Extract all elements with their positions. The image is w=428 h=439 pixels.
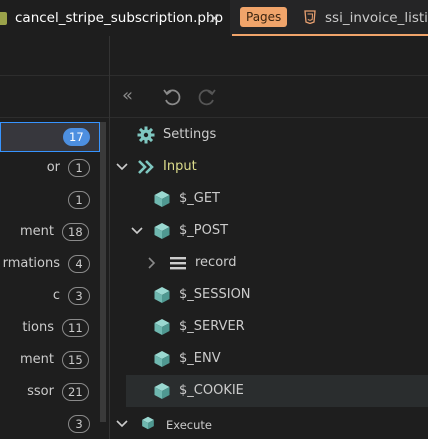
tree-label: Settings <box>163 127 217 142</box>
left-list-item[interactable]: c 3 <box>0 282 100 312</box>
left-list-item[interactable]: 1 <box>0 186 100 216</box>
tree-label: Input <box>163 159 197 174</box>
cube-icon <box>142 416 154 430</box>
close-icon[interactable]: × <box>208 8 221 28</box>
cube-icon <box>154 383 170 399</box>
tab-label: cancel_stripe_subscription.php <box>15 10 224 26</box>
tree-item-cookie[interactable]: $_COOKIE <box>126 375 428 407</box>
left-list-label: ment <box>20 352 54 367</box>
left-list-item[interactable]: 3 <box>0 410 100 439</box>
left-list-label: ment <box>20 224 54 239</box>
left-list-item[interactable]: 17 <box>0 122 100 152</box>
left-list-label: or <box>46 160 60 175</box>
left-list-item[interactable]: or 1 <box>0 154 100 184</box>
chevron-down-icon[interactable] <box>130 224 144 238</box>
tab-cancel-stripe-subscription[interactable]: cancel_stripe_subscription.php × <box>0 0 230 36</box>
pages-badge[interactable]: Pages <box>240 7 288 27</box>
count-badge: 17 <box>63 128 90 146</box>
collapse-icon[interactable]: « <box>122 86 133 106</box>
count-badge: 15 <box>62 351 89 369</box>
chevron-down-icon[interactable] <box>115 160 129 174</box>
tree-label: $_COOKIE <box>179 383 244 398</box>
html5-icon <box>304 10 316 24</box>
tree-item-server[interactable]: $_SERVER <box>110 311 428 343</box>
chevron-down-icon[interactable] <box>115 417 129 431</box>
tree-label: record <box>195 255 237 270</box>
cube-icon <box>154 191 170 207</box>
cube-icon <box>154 351 170 367</box>
gear-icon <box>137 126 155 144</box>
tree-item-env[interactable]: $_ENV <box>110 343 428 375</box>
count-badge: 21 <box>62 383 89 401</box>
cube-icon <box>154 287 170 303</box>
left-list-item[interactable]: ment 18 <box>0 218 100 248</box>
cube-icon <box>154 319 170 335</box>
tree-item-settings[interactable]: Settings <box>110 119 428 151</box>
left-list-item[interactable]: ssor 21 <box>0 378 100 408</box>
tree-item-get[interactable]: $_GET <box>110 183 428 215</box>
tree-label: $_POST <box>179 223 229 238</box>
redo-icon[interactable] <box>197 87 217 107</box>
list-icon <box>170 257 186 270</box>
cube-icon <box>154 223 170 239</box>
php-file-icon <box>0 12 7 25</box>
editor-header <box>0 36 428 76</box>
right-toolbar <box>110 77 428 118</box>
left-list-item[interactable]: ment 15 <box>0 346 100 376</box>
left-scrollbar[interactable] <box>100 122 106 422</box>
count-badge: 3 <box>68 415 90 433</box>
left-list-label: ssor <box>27 384 54 399</box>
count-badge: 4 <box>68 255 90 273</box>
count-badge: 1 <box>68 159 90 177</box>
tree-label: $_ENV <box>179 351 221 366</box>
left-list-item[interactable]: rmations 4 <box>0 250 100 280</box>
tree-item-input[interactable]: Input <box>110 151 428 183</box>
tab-ssi-invoice-listing[interactable]: ssi_invoice_listing <box>325 10 428 26</box>
tree-label: $_GET <box>179 191 220 206</box>
tree-label: $_SERVER <box>179 319 245 334</box>
left-list-label: c <box>52 288 60 303</box>
left-toolbar <box>0 77 110 118</box>
undo-icon[interactable] <box>162 87 182 107</box>
tree-label: $_SESSION <box>179 287 251 302</box>
count-badge: 18 <box>62 223 89 241</box>
tree-item-record[interactable]: record <box>110 247 428 279</box>
count-badge: 3 <box>68 287 90 305</box>
chevron-right-icon[interactable] <box>145 256 159 270</box>
tree-item-session[interactable]: $_SESSION <box>110 279 428 311</box>
tree-item-post[interactable]: $_POST <box>110 215 428 247</box>
left-list-label: rmations <box>2 256 60 271</box>
tree-item-execute[interactable]: Execute <box>110 408 428 439</box>
tree-label: Execute <box>166 418 212 432</box>
count-badge: 11 <box>62 319 89 337</box>
count-badge: 1 <box>68 191 90 209</box>
tab-bar: cancel_stripe_subscription.php × Pages s… <box>0 0 428 36</box>
left-list-item[interactable]: tions 11 <box>0 314 100 344</box>
double-chevron-icon <box>138 160 154 174</box>
left-list-label: tions <box>22 320 54 335</box>
